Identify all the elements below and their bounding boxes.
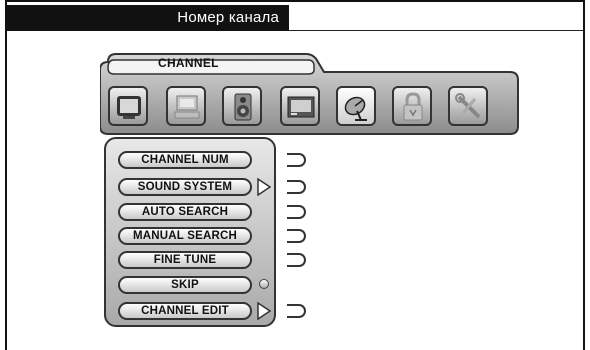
menu-item-label: CHANNEL EDIT bbox=[141, 305, 229, 317]
tab-lock[interactable] bbox=[392, 86, 432, 126]
menu-tab-bar: CHANNEL bbox=[100, 52, 520, 136]
channel-num-value-box bbox=[287, 153, 306, 167]
menu-item-label: AUTO SEARCH bbox=[141, 206, 229, 218]
tab-picture[interactable] bbox=[108, 86, 148, 126]
sound-system-value-box bbox=[287, 180, 306, 194]
menu-item-label: MANUAL SEARCH bbox=[133, 230, 237, 242]
menu-item-auto-search[interactable]: AUTO SEARCH bbox=[118, 203, 252, 221]
menu-item-fine-tune[interactable]: FINE TUNE bbox=[118, 251, 252, 269]
header-bar: Номер канала bbox=[7, 5, 289, 31]
tab-pc[interactable] bbox=[166, 86, 206, 126]
menu-item-label: SOUND SYSTEM bbox=[137, 181, 233, 193]
menu-item-label: CHANNEL NUM bbox=[141, 154, 229, 166]
menu-item-label: SKIP bbox=[171, 279, 199, 291]
satellite-dish-icon bbox=[344, 96, 367, 121]
page-title: Номер канала bbox=[177, 9, 279, 26]
padlock-icon bbox=[403, 92, 423, 121]
tab-channel[interactable] bbox=[336, 86, 376, 126]
tools-icon bbox=[455, 93, 481, 119]
frame-right-border bbox=[583, 0, 585, 350]
menu-item-label: FINE TUNE bbox=[153, 254, 217, 266]
fine-tune-value-box bbox=[287, 253, 306, 267]
menu-item-manual-search[interactable]: MANUAL SEARCH bbox=[118, 227, 252, 245]
auto-search-value-box bbox=[287, 205, 306, 219]
frame-left-border bbox=[5, 0, 7, 350]
menu-item-channel-num[interactable]: CHANNEL NUM bbox=[118, 151, 252, 169]
computer-icon bbox=[174, 95, 200, 119]
header-divider bbox=[289, 30, 583, 31]
channel-edit-value-box bbox=[287, 304, 306, 318]
manual-search-value-box bbox=[287, 229, 306, 243]
menu-item-sound-system[interactable]: SOUND SYSTEM bbox=[118, 178, 252, 196]
submenu-arrow-icon bbox=[257, 178, 272, 196]
submenu-arrow-icon bbox=[257, 302, 272, 320]
frame-top-border bbox=[5, 0, 585, 2]
monitor-icon bbox=[287, 96, 315, 118]
speaker-icon bbox=[234, 93, 252, 121]
tab-screen[interactable] bbox=[280, 86, 320, 126]
menu-item-channel-edit[interactable]: CHANNEL EDIT bbox=[118, 302, 252, 320]
tab-sound[interactable] bbox=[222, 86, 262, 126]
skip-indicator-dot[interactable] bbox=[259, 279, 269, 289]
tab-label-channel: CHANNEL bbox=[158, 56, 219, 70]
tv-icon bbox=[117, 96, 141, 119]
tab-setup[interactable] bbox=[448, 86, 488, 126]
menu-item-skip[interactable]: SKIP bbox=[118, 276, 252, 294]
